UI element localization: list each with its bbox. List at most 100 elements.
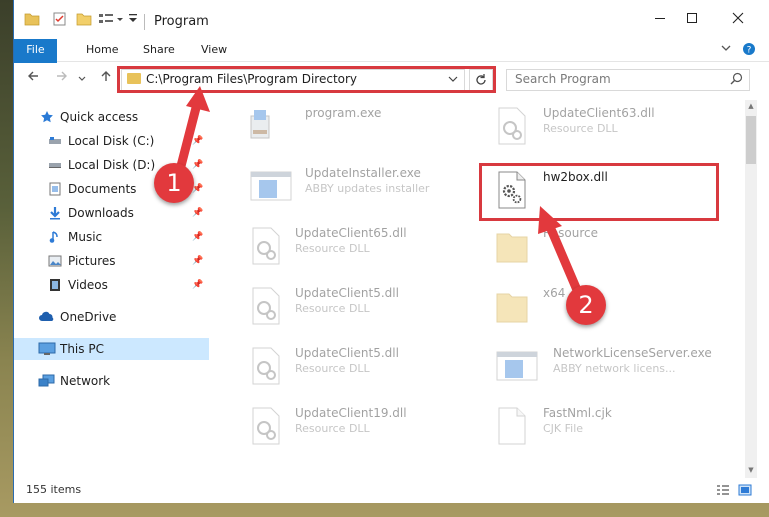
file-description: Resource DLL <box>295 242 370 255</box>
sidebar-item-label: Downloads <box>68 206 134 220</box>
file-name: Resource <box>543 226 599 240</box>
dll-icon <box>252 227 280 265</box>
file-item[interactable]: program.exe <box>243 100 478 152</box>
sidebar-item-label: Quick access <box>60 110 139 124</box>
pin-icon[interactable]: 📌 <box>192 154 203 176</box>
file-item[interactable]: UpdateClient5.dll Resource DLL <box>249 340 484 392</box>
expand-ribbon-icon[interactable] <box>720 42 732 57</box>
file-item[interactable]: UpdateClient63.dll Resource DLL <box>495 100 730 152</box>
sidebar-item-local-disk-c[interactable]: Local Disk (C:) 📌 <box>14 130 209 152</box>
scroll-down-icon[interactable]: ▼ <box>745 466 757 474</box>
vertical-scrollbar[interactable]: ▲ ▼ <box>745 100 757 478</box>
file-name: NetworkLicenseServer.exe <box>553 346 712 360</box>
sidebar-item-downloads[interactable]: Downloads 📌 <box>14 202 209 224</box>
title-separator <box>144 14 145 30</box>
sidebar-item-quick-access[interactable]: Quick access <box>14 106 209 128</box>
file-name: UpdateClient65.dll <box>295 226 407 240</box>
download-icon <box>50 207 60 220</box>
file-item[interactable]: UpdateInstaller.exe ABBY updates install… <box>249 160 484 212</box>
pin-icon[interactable]: 📌 <box>192 130 203 152</box>
file-name: UpdateInstaller.exe <box>305 166 421 180</box>
sidebar-item-pictures[interactable]: Pictures 📌 <box>14 250 209 272</box>
file-item[interactable]: Resource <box>495 220 730 272</box>
file-item[interactable]: UpdateClient5.dll Resource DLL <box>249 280 484 332</box>
sidebar-item-label: Network <box>60 374 111 388</box>
file-description: Resource DLL <box>295 302 370 315</box>
tab-view[interactable]: View <box>189 39 239 61</box>
dll-icon <box>498 107 526 145</box>
tab-share[interactable]: Share <box>131 39 187 61</box>
search-input[interactable]: Search Program <box>506 69 750 91</box>
large-icons-view-icon[interactable] <box>738 484 752 496</box>
sidebar-item-label: Local Disk (C:) <box>68 134 155 148</box>
music-icon <box>49 231 58 243</box>
sidebar-item-this-pc[interactable]: This PC <box>14 338 209 360</box>
navigation-pane: Quick access Local Disk (C:) 📌 Local Dis… <box>14 100 209 450</box>
sidebar-item-label: Documents <box>68 182 137 196</box>
properties-icon[interactable] <box>52 11 68 31</box>
pin-icon[interactable]: 📌 <box>192 226 203 248</box>
pin-icon[interactable]: 📌 <box>192 250 203 272</box>
dll-icon <box>252 287 280 325</box>
customize-toolbar-icon[interactable] <box>98 11 126 31</box>
sidebar-item-label: Local Disk (D:) <box>68 158 156 172</box>
pin-icon[interactable]: 📌 <box>192 202 203 224</box>
drive-icon <box>49 163 61 168</box>
pin-icon[interactable]: 📌 <box>192 274 203 296</box>
file-item[interactable]: x64 <box>495 280 730 332</box>
network-icon <box>38 374 55 387</box>
file-name: FastNml.cjk <box>543 406 612 420</box>
details-view-icon[interactable] <box>716 484 730 496</box>
file-name: x64 <box>543 286 566 300</box>
file-item[interactable]: UpdateClient65.dll Resource DLL <box>249 220 484 272</box>
sidebar-item-videos[interactable]: Videos 📌 <box>14 274 209 296</box>
scroll-up-icon[interactable]: ▲ <box>745 102 757 110</box>
folder-icon <box>24 11 40 31</box>
forward-button[interactable] <box>52 69 72 89</box>
file-description: ABBY network licens... <box>553 362 676 375</box>
file-item[interactable]: NetworkLicenseServer.exe ABBY network li… <box>495 340 730 392</box>
file-highlight-box <box>479 163 719 221</box>
documents-icon <box>49 182 61 196</box>
search-icon[interactable] <box>730 71 743 90</box>
chevron-down-icon[interactable] <box>128 13 138 33</box>
star-icon <box>41 111 53 123</box>
recent-locations-icon[interactable] <box>76 69 88 89</box>
new-folder-icon[interactable] <box>76 11 92 31</box>
file-name: UpdateClient5.dll <box>295 286 399 300</box>
close-button[interactable] <box>722 8 754 32</box>
minimize-button[interactable] <box>644 8 676 32</box>
svg-text:?: ? <box>747 46 752 56</box>
dll-icon <box>252 347 280 385</box>
maximize-button[interactable] <box>676 8 708 32</box>
ribbon-tabs: File Home Share View ? <box>14 39 769 91</box>
app-window-icon <box>250 171 292 201</box>
dll-icon <box>252 407 280 445</box>
help-icon[interactable]: ? <box>742 42 756 59</box>
tab-home[interactable]: Home <box>74 39 130 61</box>
up-button[interactable] <box>96 69 116 89</box>
item-count: 155 items <box>26 483 82 496</box>
file-description: ABBY updates installer <box>305 182 430 195</box>
back-button[interactable] <box>23 69 43 89</box>
computer-icon <box>38 342 56 355</box>
sidebar-item-label: Videos <box>68 278 108 292</box>
sidebar-item-onedrive[interactable]: OneDrive <box>14 306 209 328</box>
folder-icon <box>496 293 528 323</box>
scrollbar-thumb[interactable] <box>746 116 756 164</box>
sidebar-item-label: Music <box>68 230 103 244</box>
window-title: Program <box>154 14 209 29</box>
title-bar: Program <box>14 0 769 41</box>
sidebar-item-network[interactable]: Network <box>14 370 209 392</box>
search-placeholder: Search Program <box>515 72 611 86</box>
file-description: Resource DLL <box>543 122 618 135</box>
sidebar-item-label: Pictures <box>68 254 116 268</box>
file-item[interactable]: FastNml.cjk CJK File <box>495 400 730 452</box>
file-name: UpdateClient63.dll <box>543 106 655 120</box>
sidebar-item-music[interactable]: Music 📌 <box>14 226 209 248</box>
file-name: UpdateClient5.dll <box>295 346 399 360</box>
file-item[interactable]: UpdateClient19.dll Resource DLL <box>249 400 484 452</box>
pictures-icon <box>48 255 62 267</box>
callout-step-1: 1 <box>154 163 194 203</box>
callout-step-2: 2 <box>566 285 606 325</box>
